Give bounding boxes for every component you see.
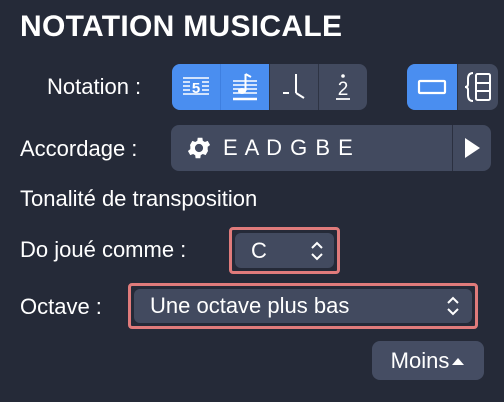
svg-text:2: 2: [338, 79, 349, 100]
octave-value: Une octave plus bas: [150, 293, 350, 318]
tab-note-icon: [233, 73, 257, 101]
less-button[interactable]: Moins: [372, 341, 484, 380]
brace-staff-icon: [464, 72, 491, 102]
play-icon: [465, 138, 480, 158]
octave-select[interactable]: Une octave plus bas: [134, 289, 472, 323]
chevron-updown-icon: [311, 241, 323, 260]
do-label: Do joué comme :: [20, 237, 187, 262]
panel-title: NOTATION MUSICALE: [20, 10, 343, 43]
play-tuning-button[interactable]: [452, 125, 491, 171]
stem-notation-icon: [283, 74, 305, 99]
do-value: C: [251, 237, 267, 263]
do-select[interactable]: C: [235, 233, 334, 268]
notation-label: Notation :: [47, 74, 142, 99]
numbered-notation-button[interactable]: 2: [318, 64, 367, 110]
tab-note-button[interactable]: [220, 64, 269, 110]
notation-segmented-control: 5 2: [172, 64, 367, 110]
tuning-label: Accordage :: [20, 136, 138, 161]
tuning-control[interactable]: E A D G B E: [171, 125, 491, 171]
single-staff-button[interactable]: [407, 64, 457, 110]
view-segmented-control: [407, 64, 498, 110]
octave-label: Octave :: [20, 294, 102, 319]
gear-icon[interactable]: [185, 134, 213, 162]
less-button-label: Moins: [390, 347, 450, 373]
caret-up-icon: [452, 357, 465, 365]
chevron-updown-icon: [447, 296, 459, 316]
tuning-value: E A D G B E: [223, 135, 354, 160]
tablature-number-button[interactable]: 5: [172, 64, 220, 110]
stem-notation-button[interactable]: [269, 64, 318, 110]
brace-staff-button[interactable]: [457, 64, 498, 110]
numbered-notation-icon: 2: [336, 74, 350, 100]
transposition-heading: Tonalité de transposition: [20, 186, 258, 211]
svg-text:5: 5: [192, 80, 200, 97]
single-staff-icon: [417, 79, 447, 95]
tablature-number-icon: 5: [183, 77, 209, 97]
